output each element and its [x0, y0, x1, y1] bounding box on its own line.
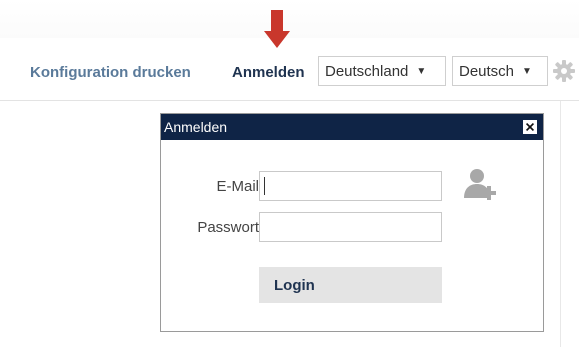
- gear-icon[interactable]: [553, 60, 575, 82]
- password-field[interactable]: [259, 212, 442, 242]
- login-link[interactable]: Anmelden: [232, 64, 305, 81]
- dialog-title-bar: Anmelden: [161, 114, 543, 140]
- page-right-border: [560, 101, 561, 347]
- close-icon[interactable]: [523, 120, 537, 134]
- caret-down-icon: ▼: [522, 65, 532, 77]
- email-label: E-Mail: [216, 178, 259, 195]
- password-label: Passwort: [197, 219, 259, 236]
- text-cursor: [264, 177, 265, 195]
- add-user-icon[interactable]: [462, 166, 498, 202]
- language-select[interactable]: Deutsch ▼: [452, 56, 548, 86]
- language-select-value: Deutsch: [459, 62, 515, 80]
- login-button[interactable]: Login: [259, 267, 442, 303]
- highlight-arrow-icon: [264, 10, 290, 48]
- caret-down-icon: ▼: [416, 65, 427, 77]
- header-divider: [0, 100, 579, 101]
- email-field[interactable]: [259, 171, 442, 201]
- print-configuration-link[interactable]: Konfiguration drucken: [30, 64, 191, 81]
- country-select[interactable]: Deutschland ▼: [318, 56, 446, 86]
- login-dialog: Anmelden E-Mail Passwort Login: [160, 113, 544, 332]
- dialog-title: Anmelden: [164, 119, 228, 135]
- country-select-value: Deutschland: [325, 62, 409, 80]
